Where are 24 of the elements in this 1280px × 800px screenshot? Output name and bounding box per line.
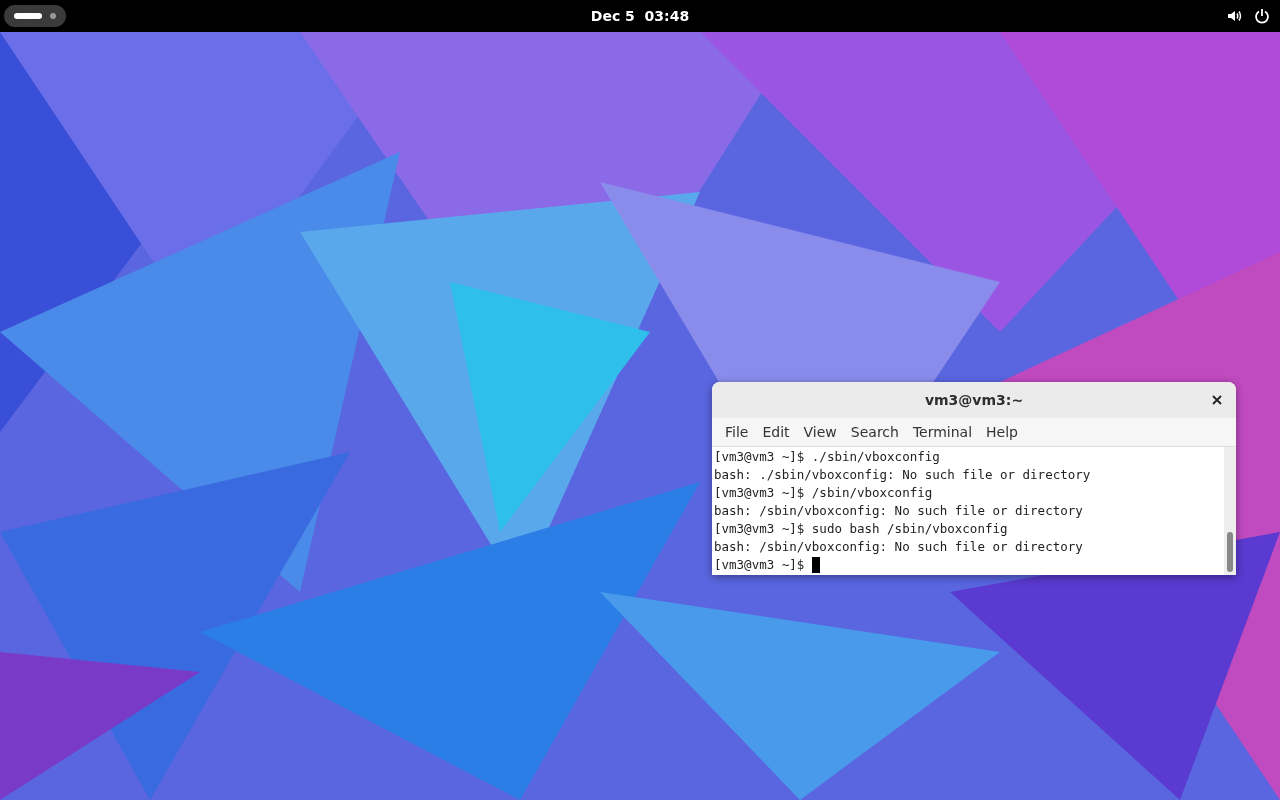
- menu-item[interactable]: Search: [845, 424, 904, 440]
- volume-icon[interactable]: [1226, 8, 1242, 24]
- terminal-line: [vm3@vm3 ~]$ ./sbin/vboxconfig: [714, 448, 941, 466]
- close-icon[interactable]: [1212, 395, 1222, 405]
- workspace-indicator[interactable]: [14, 13, 42, 19]
- terminal-line: bash: /sbin/vboxconfig: No such file or directory: [714, 502, 1084, 520]
- power-icon[interactable]: [1254, 8, 1270, 24]
- scrollbar[interactable]: [1224, 447, 1236, 575]
- workspace-indicator[interactable]: [50, 13, 56, 19]
- text-cursor: [812, 557, 821, 573]
- scrollbar-thumb[interactable]: [1227, 532, 1233, 572]
- terminal-prompt: [vm3@vm3 ~]$: [714, 556, 805, 574]
- menu-item[interactable]: Edit: [757, 424, 795, 440]
- window-title: vm3@vm3:~: [924, 392, 1024, 408]
- terminal-line: bash: /sbin/vboxconfig: No such file or directory: [714, 538, 1084, 556]
- terminal-line: [vm3@vm3 ~]$ /sbin/vboxconfig: [714, 484, 934, 502]
- clock[interactable]: Dec 5 03:48: [590, 8, 690, 24]
- terminal-line: [vm3@vm3 ~]$ sudo bash /sbin/vboxconfig: [714, 520, 1009, 538]
- menu-item[interactable]: View: [798, 424, 842, 440]
- terminal-line: bash: ./sbin/vboxconfig: No such file or directory: [714, 466, 1092, 484]
- activities-button[interactable]: [4, 5, 66, 27]
- menu-item[interactable]: Terminal: [907, 424, 978, 440]
- menu-item[interactable]: File: [720, 424, 754, 440]
- menu-item[interactable]: Help: [981, 424, 1023, 440]
